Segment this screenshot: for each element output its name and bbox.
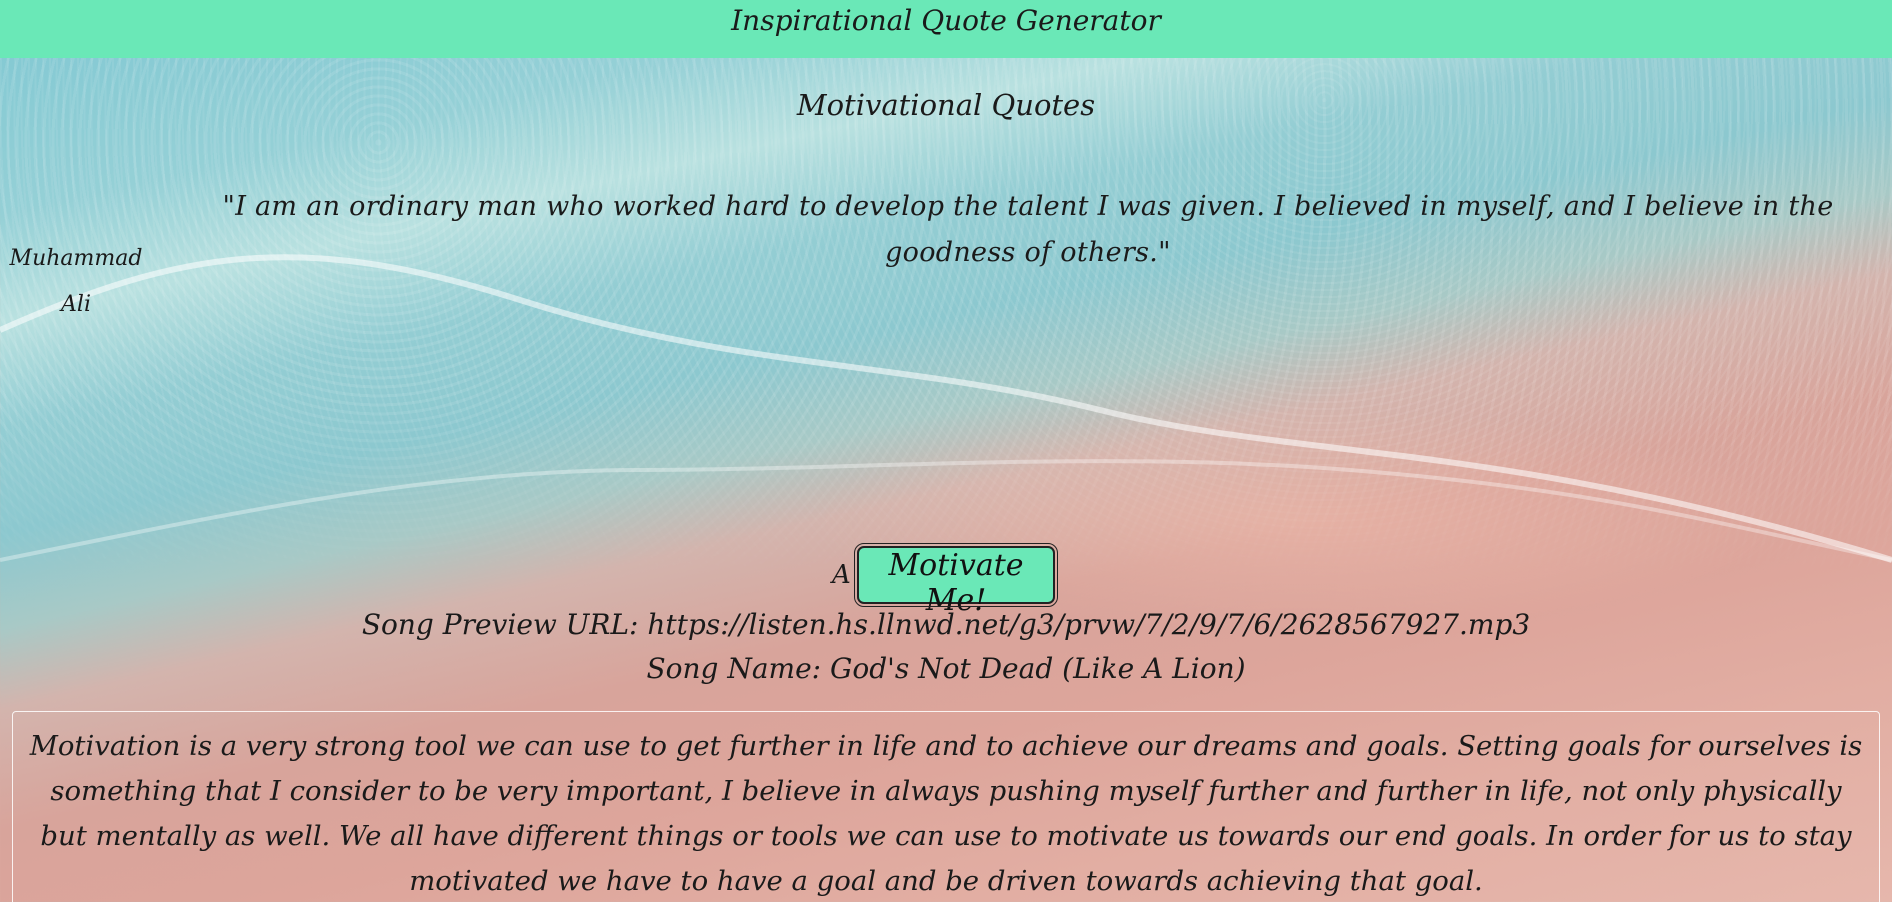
app-header: Inspirational Quote Generator	[0, 0, 1892, 58]
quote-text: "I am an ordinary man who worked hard to…	[222, 191, 1834, 268]
song-preview-url: Song Preview URL: https://listen.hs.llnw…	[361, 608, 1531, 641]
artist-label: A	[832, 560, 851, 590]
section-heading: Motivational Quotes	[796, 88, 1096, 122]
motivation-essay-text: Motivation is a very strong tool we can …	[29, 730, 1863, 897]
motivate-me-button[interactable]: Motivate Me!	[854, 543, 1058, 618]
app-title: Inspirational Quote Generator	[731, 4, 1161, 37]
quote-author: Muhammad Ali	[9, 246, 143, 317]
song-name: Song Name: God's Not Dead (Like A Lion)	[646, 652, 1246, 685]
motivation-essay-box: Motivation is a very strong tool we can …	[12, 711, 1880, 902]
